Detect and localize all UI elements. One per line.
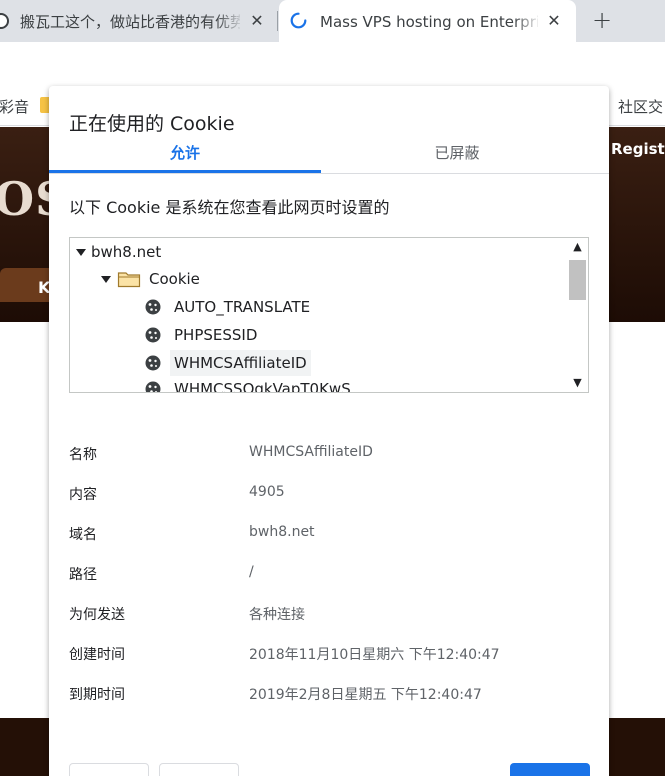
remove-button[interactable]: [69, 763, 149, 776]
expand-triangle-icon[interactable]: [101, 276, 111, 283]
close-tab-icon[interactable]: ✕: [247, 11, 267, 31]
expand-triangle-icon[interactable]: [76, 249, 86, 256]
tab-title-fade: [216, 8, 244, 34]
tree-folder-label: Cookie: [149, 270, 200, 288]
detail-value-expires: 2019年2月8日星期五 下午12:40:47: [249, 687, 482, 703]
tree-domain-label: bwh8.net: [91, 243, 162, 261]
cookie-icon: [145, 381, 161, 392]
new-tab-icon[interactable]: +: [589, 8, 615, 34]
tab-blocked[interactable]: 已屏蔽: [321, 143, 593, 173]
detail-value-created: 2018年11月10日星期六 下午12:40:47: [249, 647, 500, 663]
tab-title-fade: [513, 8, 541, 34]
cookie-item-label: WHMCSAffiliateID: [170, 350, 311, 376]
tab-title: 搬瓦工这个，做站比香港的有优势: [20, 13, 240, 31]
browser-tab-2[interactable]: Mass VPS hosting on Enterprise ✕: [279, 0, 576, 42]
cookie-item[interactable]: AUTO_TRANSLATE: [145, 294, 325, 320]
register-link[interactable]: Registe: [611, 140, 665, 158]
close-tab-icon[interactable]: ✕: [544, 11, 564, 31]
tab-divider: [49, 173, 609, 174]
detail-value-content: 4905: [249, 484, 285, 500]
detail-value-domain: bwh8.net: [249, 524, 315, 540]
loading-spinner-icon: [290, 12, 307, 29]
scroll-down-icon[interactable]: ▼: [567, 374, 588, 392]
cookie-item[interactable]: WHMCSSOqkVapT0KwS: [145, 376, 351, 392]
cookie-icon: [145, 355, 161, 371]
dialog-description: 以下 Cookie 是系统在您查看此网页时设置的: [69, 198, 390, 217]
bookmark-item[interactable]: 彩音: [0, 96, 29, 117]
browser-toolbar: [0, 42, 665, 84]
tab-separator: [277, 11, 278, 31]
dialog-title: 正在使用的 Cookie: [69, 113, 235, 135]
site-favicon-icon: [0, 13, 9, 29]
scrollbar-thumb[interactable]: [569, 260, 586, 300]
scroll-up-icon[interactable]: ▲: [567, 238, 588, 256]
cookie-tree[interactable]: bwh8.net Cookie AUTO_TRANSLATE PHPSESSID: [69, 237, 589, 393]
block-button[interactable]: [159, 763, 239, 776]
detail-label-send-for: 为何发送: [69, 607, 125, 623]
tab-allowed[interactable]: 允许: [49, 143, 321, 173]
cookie-icon: [145, 327, 161, 343]
detail-label-name: 名称: [69, 447, 97, 463]
done-button[interactable]: [510, 763, 590, 776]
detail-label-content: 内容: [69, 487, 97, 503]
tree-scrollbar[interactable]: ▲ ▼: [567, 238, 588, 392]
cookie-item-label: PHPSESSID: [174, 326, 258, 344]
cookie-item-label: AUTO_TRANSLATE: [174, 298, 311, 316]
cookie-icon: [145, 299, 161, 315]
bookmark-item[interactable]: 社区交: [618, 96, 663, 117]
detail-label-path: 路径: [69, 567, 97, 583]
tab-title: Mass VPS hosting on Enterprise: [320, 13, 538, 31]
folder-icon: [117, 272, 141, 288]
detail-value-path: /: [249, 564, 254, 580]
browser-tab-1[interactable]: 搬瓦工这个，做站比香港的有优势 ✕: [0, 0, 276, 42]
detail-label-domain: 域名: [69, 527, 97, 543]
cookie-item[interactable]: PHPSESSID: [145, 322, 325, 348]
detail-value-name: WHMCSAffiliateID: [249, 444, 373, 460]
detail-value-send-for: 各种连接: [249, 607, 305, 623]
cookies-dialog: 正在使用的 Cookie 允许 已屏蔽 以下 Cookie 是系统在您查看此网页…: [49, 86, 609, 776]
detail-label-created: 创建时间: [69, 647, 125, 663]
detail-label-expires: 到期时间: [69, 687, 125, 703]
cookie-item-label: WHMCSSOqkVapT0KwS: [174, 380, 351, 393]
cookie-item-selected[interactable]: WHMCSAffiliateID: [145, 350, 325, 376]
